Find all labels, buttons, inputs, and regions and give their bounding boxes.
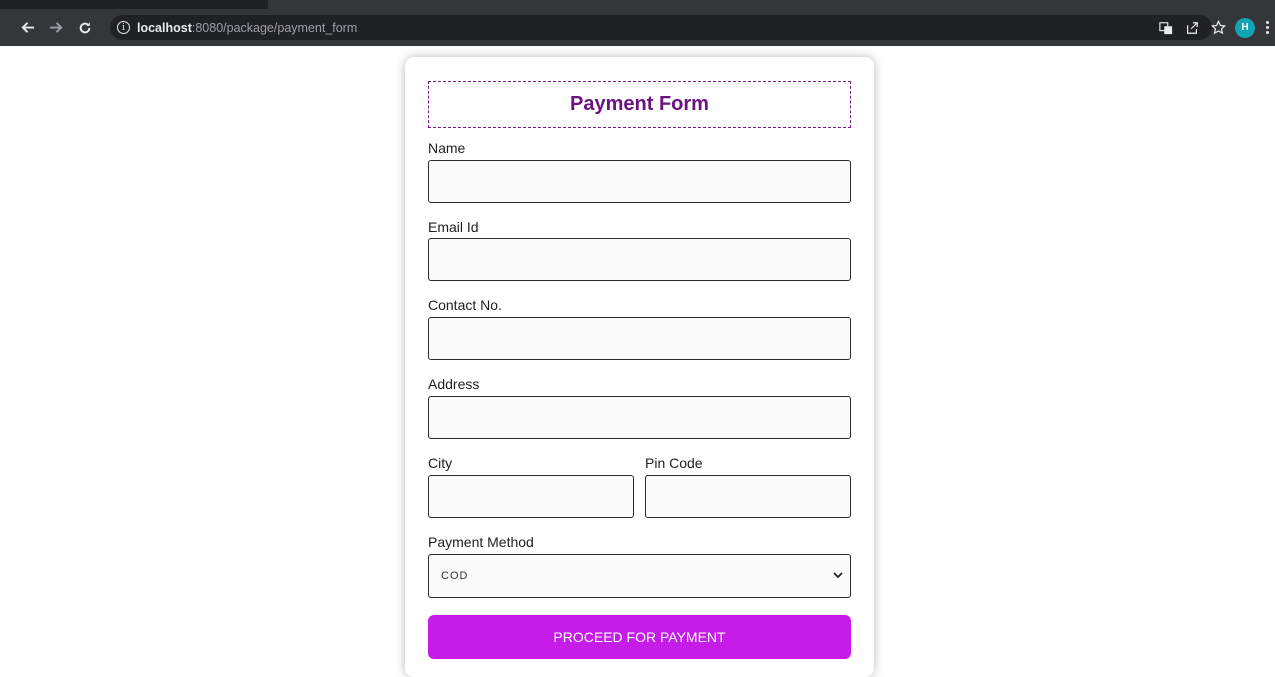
tab-strip-edge <box>268 0 1275 9</box>
bookmark-star-icon[interactable] <box>1205 9 1231 46</box>
name-label: Name <box>428 140 466 156</box>
form-title-box: Payment Form <box>428 81 851 128</box>
tab-strip <box>0 0 1275 9</box>
back-arrow-icon[interactable] <box>16 9 38 46</box>
reload-icon[interactable] <box>74 9 96 46</box>
name-field[interactable] <box>428 160 851 203</box>
city-field[interactable] <box>428 475 634 518</box>
address-label: Address <box>428 376 480 392</box>
page-title: Payment Form <box>570 93 709 115</box>
info-icon[interactable]: i <box>117 21 130 34</box>
forward-arrow-icon[interactable] <box>45 9 67 46</box>
city-label: City <box>428 455 453 471</box>
address-field[interactable] <box>428 396 851 439</box>
toolbar-actions: H <box>1153 9 1275 46</box>
email-label: Email Id <box>428 219 479 235</box>
chevron-down-icon <box>833 572 843 579</box>
payment-method-label: Payment Method <box>428 534 534 550</box>
menu-dots-icon[interactable] <box>1259 9 1275 46</box>
url-host: localhost <box>137 20 192 35</box>
browser-chrome: i localhost:8080/package/payment_form H <box>0 0 1275 46</box>
proceed-payment-button[interactable]: PROCEED FOR PAYMENT <box>428 615 851 659</box>
address-bar[interactable]: i localhost:8080/package/payment_form <box>110 15 1212 40</box>
email-field[interactable] <box>428 238 851 281</box>
contact-label: Contact No. <box>428 297 502 313</box>
pin-code-label: Pin Code <box>645 455 703 471</box>
contact-field[interactable] <box>428 317 851 360</box>
browser-toolbar: i localhost:8080/package/payment_form H <box>0 9 1275 46</box>
url-text[interactable]: localhost:8080/package/payment_form <box>137 21 357 35</box>
share-icon[interactable] <box>1179 9 1205 46</box>
translate-icon[interactable] <box>1153 9 1179 46</box>
payment-form-card: Payment Form Name Email Id Contact No. A… <box>405 57 874 677</box>
url-path: :8080/package/payment_form <box>191 20 358 35</box>
payment-method-value: COD <box>441 570 469 582</box>
payment-method-select[interactable]: COD <box>428 554 851 598</box>
pin-code-field[interactable] <box>645 475 851 518</box>
profile-avatar[interactable]: H <box>1235 17 1255 38</box>
